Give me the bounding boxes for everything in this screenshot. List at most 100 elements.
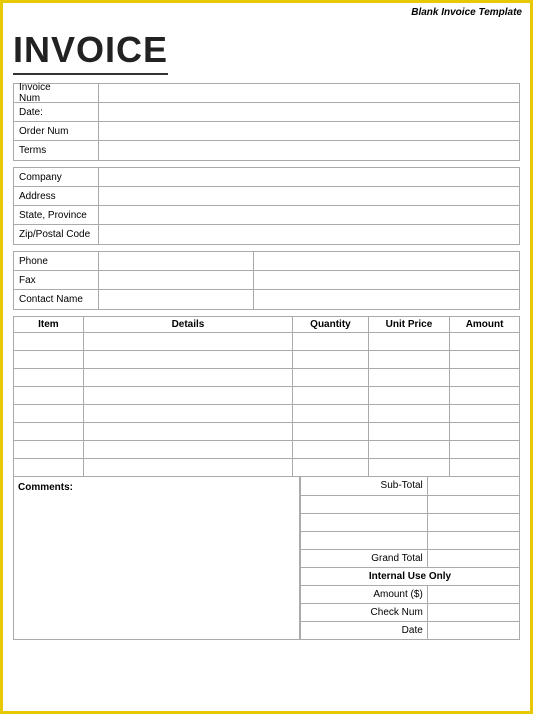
invoice-num-input[interactable] [99,84,519,102]
address-input[interactable] [99,187,519,205]
extra-value-3[interactable] [427,531,519,549]
details-cell[interactable] [83,459,292,477]
item-cell[interactable] [14,423,84,441]
fax-input[interactable] [99,271,254,289]
invoice-info-section: InvoiceNum Date: Order Num Terms [13,83,520,161]
zip-input[interactable] [99,225,519,244]
col-header-details: Details [83,317,292,333]
address-label: Address [14,187,99,205]
comments-area[interactable]: Comments: [13,477,300,640]
col-header-quantity: Quantity [293,317,369,333]
details-cell[interactable] [83,405,292,423]
amount-cell[interactable] [450,459,520,477]
grand-total-row: Grand Total [301,549,520,567]
state-row: State, Province [14,206,519,225]
qty-cell[interactable] [293,333,369,351]
totals-table: Sub-Total [300,477,520,640]
date-input[interactable] [99,103,519,121]
unit-price-cell[interactable] [368,333,449,351]
item-cell[interactable] [14,441,84,459]
details-cell[interactable] [83,351,292,369]
details-cell[interactable] [83,387,292,405]
unit-price-cell[interactable] [368,369,449,387]
qty-cell[interactable] [293,351,369,369]
subtotal-value[interactable] [427,477,519,495]
unit-price-cell[interactable] [368,459,449,477]
col-header-item: Item [14,317,84,333]
check-num-row: Check Num [301,603,520,621]
unit-price-cell[interactable] [368,405,449,423]
check-num-value[interactable] [427,603,519,621]
details-cell[interactable] [83,441,292,459]
bottom-section: Comments: Sub-Total [13,477,520,640]
details-cell[interactable] [83,369,292,387]
unit-price-cell[interactable] [368,387,449,405]
table-row [14,333,520,351]
qty-cell[interactable] [293,405,369,423]
extra-label-2 [301,513,428,531]
date-label: Date: [14,103,99,121]
qty-cell[interactable] [293,441,369,459]
amount-cell[interactable] [450,351,520,369]
qty-cell[interactable] [293,459,369,477]
check-num-label: Check Num [301,603,428,621]
item-cell[interactable] [14,351,84,369]
details-cell[interactable] [83,333,292,351]
amount-cell[interactable] [450,333,520,351]
item-cell[interactable] [14,405,84,423]
contact-name-row: Contact Name [14,290,519,309]
date-row-totals: Date [301,621,520,639]
item-cell[interactable] [14,369,84,387]
date-label-totals: Date [301,621,428,639]
zip-row: Zip/Postal Code [14,225,519,244]
amount-cell[interactable] [450,423,520,441]
extra-label-3 [301,531,428,549]
extra-label-1 [301,495,428,513]
subtotal-label: Sub-Total [301,477,428,495]
unit-price-cell[interactable] [368,423,449,441]
terms-input[interactable] [99,141,519,160]
state-input[interactable] [99,206,519,224]
invoice-num-row: InvoiceNum [14,84,519,103]
amount-label: Amount ($) [301,585,428,603]
item-cell[interactable] [14,459,84,477]
extra-value-1[interactable] [427,495,519,513]
amount-cell[interactable] [450,441,520,459]
unit-price-cell[interactable] [368,441,449,459]
fax-row: Fax [14,271,519,290]
details-cell[interactable] [83,423,292,441]
item-cell[interactable] [14,333,84,351]
fax-label: Fax [14,271,99,289]
date-value-totals[interactable] [427,621,519,639]
extra-value-2[interactable] [427,513,519,531]
grand-total-value[interactable] [427,549,519,567]
table-row [14,351,520,369]
phone-input[interactable] [99,252,254,270]
contact-section: Phone Fax Contact Name [13,251,520,310]
phone-row: Phone [14,252,519,271]
col-header-unit-price: Unit Price [368,317,449,333]
extra-row-3 [301,531,520,549]
col-header-amount: Amount [450,317,520,333]
company-input[interactable] [99,168,519,186]
qty-cell[interactable] [293,369,369,387]
item-cell[interactable] [14,387,84,405]
table-row [14,369,520,387]
subtotal-row: Sub-Total [301,477,520,495]
terms-row: Terms [14,141,519,160]
amount-cell[interactable] [450,387,520,405]
invoice-num-label: InvoiceNum [14,84,99,102]
contact-name-input[interactable] [99,290,254,309]
terms-label: Terms [14,141,99,160]
amount-cell[interactable] [450,369,520,387]
qty-cell[interactable] [293,423,369,441]
internal-use-row: Internal Use Only [301,567,520,585]
order-num-input[interactable] [99,122,519,140]
table-row [14,423,520,441]
totals-area: Sub-Total [300,477,520,640]
unit-price-cell[interactable] [368,351,449,369]
amount-cell[interactable] [450,405,520,423]
invoice-table: Item Details Quantity Unit Price Amount [13,316,520,477]
qty-cell[interactable] [293,387,369,405]
amount-value[interactable] [427,585,519,603]
